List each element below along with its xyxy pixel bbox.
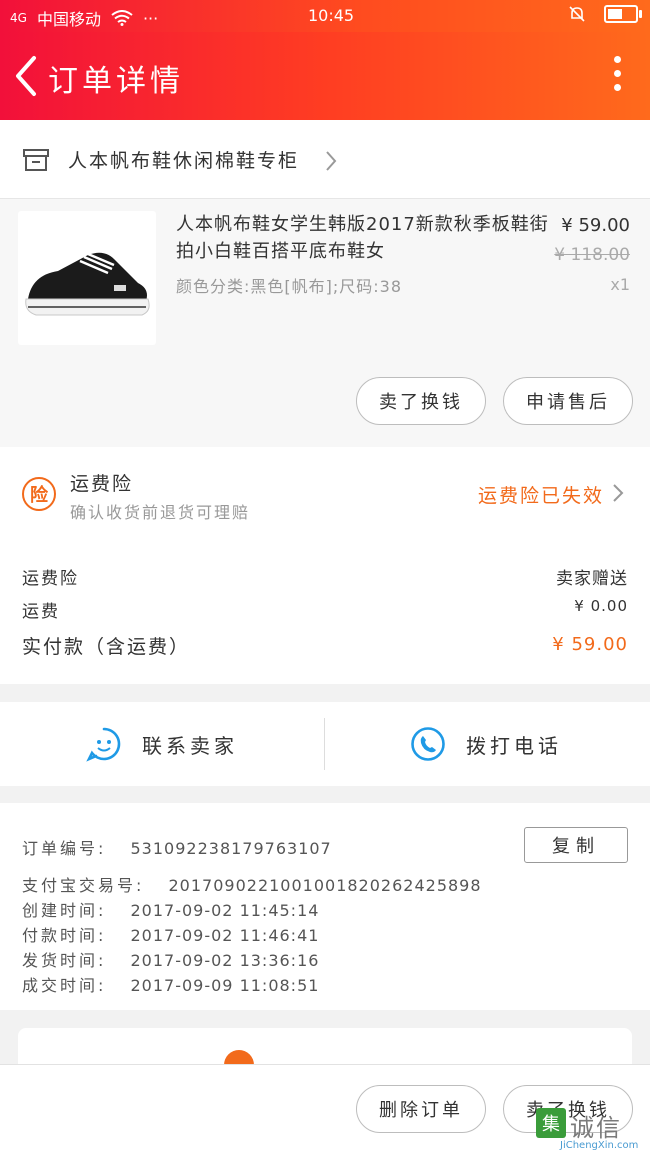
- signal-icon: 4G: [10, 11, 27, 25]
- sell-button[interactable]: 卖了换钱: [356, 377, 486, 425]
- info-value: 2017-09-02 11:45:14: [130, 901, 320, 920]
- order-info: 复制 订单编号: 531092238179763107 支付宝交易号: 2017…: [0, 803, 650, 1010]
- call-label: 拨打电话: [466, 733, 562, 758]
- chat-bubble-icon: [86, 727, 121, 762]
- info-key: 支付宝交易号:: [22, 876, 145, 895]
- info-value: 2017090221001001820262425898: [168, 876, 482, 895]
- order-number-row: 订单编号: 531092238179763107: [22, 835, 332, 859]
- store-icon: [23, 149, 49, 171]
- fee-summary: 运费险 卖家赠送 运费 ¥ 0.00 实付款（含运费） ¥ 59.00: [0, 542, 650, 684]
- info-value: 2017-09-09 11:08:51: [130, 976, 320, 995]
- shipping-insurance-row[interactable]: 险 运费险 确认收货前退货可理赔 运费险已失效: [0, 447, 650, 542]
- fee-label: 运费险: [22, 569, 79, 589]
- product-price: ¥ 59.00: [561, 215, 630, 236]
- shop-row[interactable]: 人本帆布鞋休闲棉鞋专柜: [0, 120, 650, 199]
- product-original-price: ¥ 118.00: [554, 245, 630, 265]
- info-key: 发货时间:: [22, 951, 107, 970]
- fee-label: 运费: [22, 602, 60, 622]
- product-title: 人本帆布鞋女学生韩版2017新款秋季板鞋街拍小白鞋百搭平底布鞋女: [176, 214, 549, 262]
- sneaker-image: [25, 252, 150, 316]
- info-key: 成交时间:: [22, 976, 107, 995]
- more-status-icon: ···: [142, 8, 159, 28]
- info-key: 订单编号:: [22, 839, 107, 858]
- more-menu-icon[interactable]: [612, 56, 622, 96]
- watermark-url: JiChengXin.com: [560, 1140, 639, 1151]
- created-time-row: 创建时间: 2017-09-02 11:45:14: [22, 897, 319, 921]
- call-button[interactable]: 拨打电话: [410, 702, 562, 786]
- fee-value: ¥ 0.00: [574, 597, 628, 615]
- total-label: 实付款（含运费）: [22, 636, 191, 658]
- copy-button[interactable]: 复制: [524, 827, 628, 863]
- battery-icon: [604, 5, 642, 23]
- page-title: 订单详情: [48, 64, 184, 99]
- info-value: 531092238179763107: [130, 839, 332, 858]
- shipped-time-row: 发货时间: 2017-09-02 13:36:16: [22, 947, 319, 971]
- back-arrow-icon[interactable]: [10, 54, 42, 98]
- shop-name: 人本帆布鞋休闲棉鞋专柜: [68, 150, 300, 172]
- paid-time-row: 付款时间: 2017-09-02 11:46:41: [22, 922, 319, 946]
- fee-value: 卖家赠送: [556, 569, 628, 589]
- chevron-right-icon: [613, 484, 624, 502]
- contact-bar: 联系卖家 拨打电话: [0, 702, 650, 786]
- header-bar: 订单详情: [0, 32, 650, 120]
- product-sku: 颜色分类:黑色[帆布];尺码:38: [176, 277, 403, 296]
- completed-time-row: 成交时间: 2017-09-09 11:08:51: [22, 972, 319, 996]
- info-value: 2017-09-02 11:46:41: [130, 926, 320, 945]
- clock: 10:45: [308, 6, 355, 25]
- phone-icon: [411, 727, 445, 761]
- info-value: 2017-09-02 13:36:16: [130, 951, 320, 970]
- delete-order-button[interactable]: 删除订单: [356, 1085, 486, 1133]
- carrier-label: 中国移动: [36, 10, 101, 29]
- insurance-status: 运费险已失效: [477, 485, 604, 507]
- insurance-subtitle: 确认收货前退货可理赔: [70, 503, 251, 522]
- divider: [324, 718, 325, 770]
- contact-seller-button[interactable]: 联系卖家: [86, 702, 238, 786]
- insurance-title: 运费险: [70, 473, 134, 495]
- status-bar: 4G 中国移动 ··· 10:45: [0, 0, 650, 32]
- after-sale-button[interactable]: 申请售后: [503, 377, 633, 425]
- insurance-icon: 险: [22, 477, 56, 511]
- total-value: ¥ 59.00: [552, 634, 628, 655]
- product-item[interactable]: 人本帆布鞋女学生韩版2017新款秋季板鞋街拍小白鞋百搭平底布鞋女 颜色分类:黑色…: [0, 199, 650, 447]
- product-thumbnail[interactable]: [18, 211, 156, 345]
- contact-seller-label: 联系卖家: [142, 733, 238, 758]
- chevron-right-icon: [326, 151, 337, 171]
- silent-bell-icon: [569, 6, 585, 22]
- watermark-text: 诚信: [570, 1114, 622, 1142]
- product-quantity: x1: [610, 275, 630, 294]
- alipay-trade-row: 支付宝交易号: 2017090221001001820262425898: [22, 872, 482, 896]
- wifi-icon: [111, 10, 133, 26]
- watermark-logo: 集: [536, 1108, 566, 1138]
- info-key: 付款时间:: [22, 926, 107, 945]
- info-key: 创建时间:: [22, 901, 107, 920]
